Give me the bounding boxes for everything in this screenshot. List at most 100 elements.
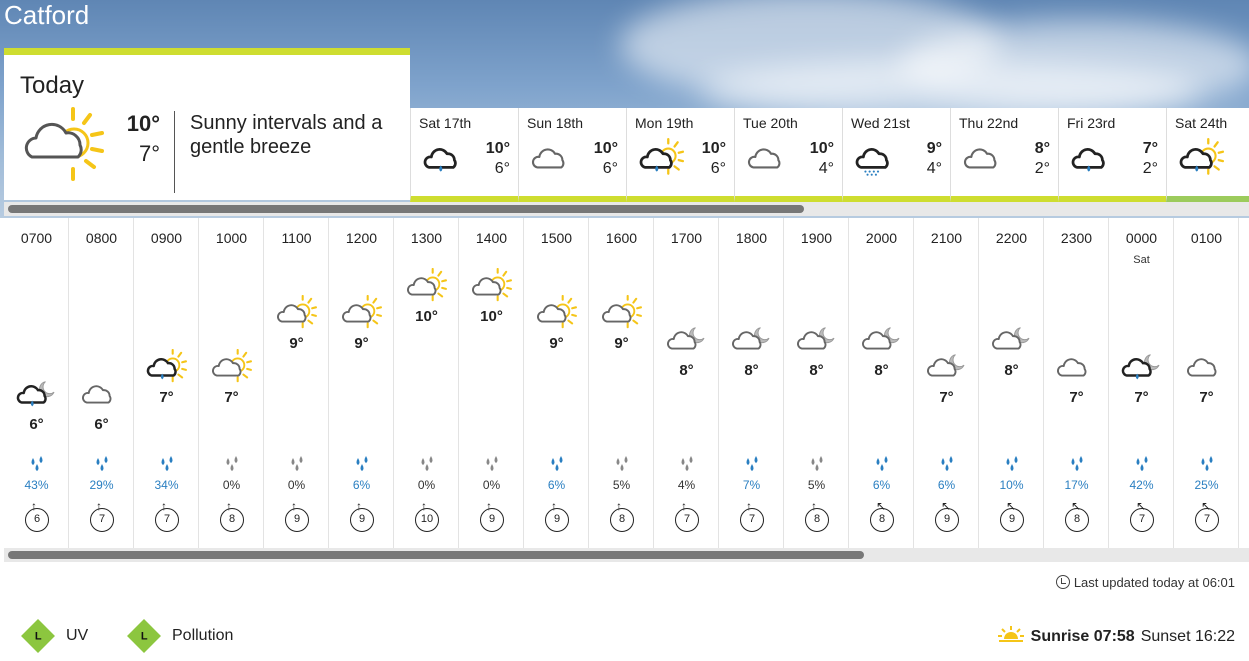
day-tab[interactable]: Thu 22nd 8° 2° (950, 108, 1058, 202)
sun-cloud-icon (406, 267, 448, 302)
wind-speed: 7 (683, 513, 691, 525)
wind-speed: 9 (358, 513, 366, 525)
hour-column[interactable]: 0000 Sat 7° 42% ↖ 7 (1109, 218, 1174, 548)
wind-direction-arrow: ↖ (941, 499, 952, 513)
uv-label: UV (66, 627, 89, 644)
raindrops-icon (93, 456, 113, 472)
scrollbar-thumb[interactable] (8, 205, 804, 213)
hour-column[interactable]: 1200 9° 6% ↑ 9 (329, 218, 394, 548)
hour-column[interactable]: 0700 6° 43% ↑ 6 (4, 218, 69, 548)
cloud-icon (531, 138, 577, 183)
hour-temp: 7° (159, 389, 174, 406)
hour-time: 0000 (1125, 230, 1158, 246)
hour-column[interactable]: 1900 8° 5% ↑ 8 (784, 218, 849, 548)
drizzle-cloud-icon (855, 138, 901, 183)
cloud-icon (963, 138, 1009, 183)
day-tab[interactable]: Sat 17th 10° 6° (410, 108, 518, 202)
raindrops-icon (353, 456, 373, 472)
hour-column[interactable]: 1000 7° 0% ↑ 8 (199, 218, 264, 548)
raindrops-icon (873, 456, 893, 472)
day-tab[interactable]: Wed 21st 9° 4° (842, 108, 950, 202)
wind-speed-badge: ↑ 7 (675, 500, 699, 532)
hour-column[interactable]: 2000 8° 6% ↖ 8 (849, 218, 914, 548)
pollution-badge[interactable]: L Pollution (127, 619, 233, 653)
day-tab[interactable]: Sat 24th7°2° (1166, 108, 1249, 202)
rain-chance: 5% (807, 478, 826, 492)
hour-temp: 6° (94, 416, 109, 433)
raindrops-icon (418, 456, 438, 472)
wind-speed-badge: ↑ 8 (610, 500, 634, 532)
wind-speed: 8 (618, 513, 626, 525)
scrollbar-thumb[interactable] (8, 551, 864, 559)
day-name: Mon 19th (635, 115, 694, 131)
hour-column[interactable]: 1600 9° 5% ↑ 8 (589, 218, 654, 548)
sun-cloud-icon (211, 348, 253, 383)
rain-chance: 6% (547, 478, 566, 492)
day-low-temp: 4° (818, 160, 834, 177)
last-updated-text: Last updated today at 06:01 (1073, 575, 1235, 590)
today-summary-card[interactable]: Today 10° 7° Sunny intervals and a gentl… (4, 48, 410, 200)
day-tab[interactable]: Mon 19th 10° 6° (626, 108, 734, 202)
day-tab[interactable]: Tue 20th 10° 4° (734, 108, 842, 202)
day-name: Sun 18th (527, 115, 584, 131)
rain-chance: 7% (742, 478, 761, 492)
hour-column[interactable]: 1500 9° 6% ↑ 9 (524, 218, 589, 548)
wind-speed: 7 (1203, 513, 1211, 525)
wind-speed-badge: ↑ 10 (415, 500, 439, 532)
raindrops-icon (28, 456, 48, 472)
daily-scrollbar[interactable] (4, 202, 1249, 216)
hour-column[interactable]: 1100 9° 0% ↑ 9 (264, 218, 329, 548)
light-rain-sun-icon (146, 348, 188, 383)
light-rain-sun-icon (639, 138, 685, 183)
hour-time: 1000 (215, 230, 248, 246)
hour-column[interactable]: 0100 7° 25% ↖ 7 (1174, 218, 1239, 548)
wind-direction-arrow: ↑ (421, 499, 427, 513)
day-low-temp: 4° (926, 160, 942, 177)
hour-column[interactable]: 1800 8° 7% ↑ 7 (719, 218, 784, 548)
sun-cloud-icon (341, 294, 383, 329)
day-tab[interactable]: Sun 18th 10° 6° (518, 108, 626, 202)
wind-direction-arrow: ↑ (681, 499, 687, 513)
day-high-temp: 8° (1034, 140, 1050, 157)
rain-chance: 4% (677, 478, 696, 492)
moon-cloud-icon (861, 322, 903, 356)
wind-speed: 7 (98, 513, 106, 525)
wind-speed-badge: ↑ 7 (740, 500, 764, 532)
hour-column[interactable]: 2300 7° 17% ↖ 8 (1044, 218, 1109, 548)
day-high-temp: 10° (593, 140, 618, 157)
day-tab[interactable]: Fri 23rd 7° 2° (1058, 108, 1166, 202)
wind-direction-arrow: ↑ (746, 499, 752, 513)
hour-time: 2300 (1060, 230, 1093, 246)
day-high-temp: 10° (485, 140, 510, 157)
hour-column[interactable]: 1400 10° 0% ↑ 9 (459, 218, 524, 548)
hourly-scrollbar[interactable] (4, 548, 1249, 562)
sun-times: Sunrise 07:58 Sunset 16:22 (997, 626, 1235, 647)
wind-speed: 9 (553, 513, 561, 525)
day-low-temp: 6° (494, 160, 510, 177)
wind-speed: 10 (420, 513, 434, 525)
hour-column[interactable]: 1700 8° 4% ↑ 7 (654, 218, 719, 548)
day-high-temp: 10° (701, 140, 726, 157)
hour-column[interactable]: 1300 10° 0% ↑ 10 (394, 218, 459, 548)
hour-temp: 8° (874, 362, 889, 379)
uv-badge[interactable]: L UV (21, 619, 89, 653)
wind-speed-badge: ↑ 8 (805, 500, 829, 532)
sun-cloud-icon (276, 294, 318, 329)
wind-speed-badge: ↑ 9 (350, 500, 374, 532)
hour-column[interactable]: 0900 7° 34% ↑ 7 (134, 218, 199, 548)
hour-time: 1300 (410, 230, 443, 246)
hour-column[interactable]: 2100 7° 6% ↖ 9 (914, 218, 979, 548)
hour-time: 1200 (345, 230, 378, 246)
hour-column[interactable]: 0800 6° 29% ↑ 7 (69, 218, 134, 548)
hour-temp: 7° (1134, 389, 1149, 406)
wind-speed: 9 (943, 513, 951, 525)
wind-speed: 8 (228, 513, 236, 525)
wind-direction-arrow: ↖ (1006, 499, 1017, 513)
wind-direction-arrow: ↖ (876, 499, 887, 513)
divider (174, 111, 175, 193)
wind-speed: 8 (813, 513, 821, 525)
raindrops-icon (678, 456, 698, 472)
hour-column[interactable]: 2200 8° 10% ↖ 9 (979, 218, 1044, 548)
cloud-icon (1186, 349, 1228, 383)
today-low-temp: 7° (138, 141, 160, 166)
